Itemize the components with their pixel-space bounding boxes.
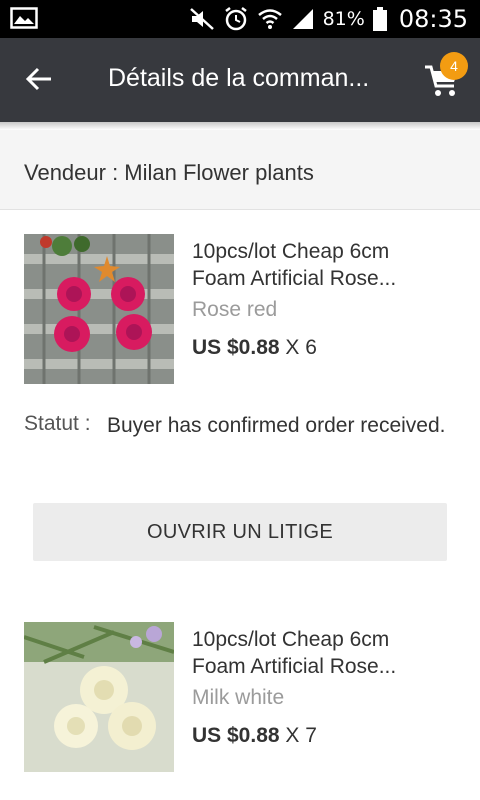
clock: 08:35 <box>398 5 468 33</box>
product-quantity: X 7 <box>285 724 317 747</box>
product-title-line1: 10pcs/lot Cheap 6cm <box>192 628 390 651</box>
order-item[interactable]: 10pcs/lot Cheap 6cm Foam Artificial Rose… <box>0 622 480 772</box>
product-price: US $0.88 <box>192 724 280 747</box>
price-line: US $0.88 X 7 <box>192 724 317 748</box>
image-notification-icon <box>10 7 38 29</box>
product-title-line2: Foam Artificial Rose... <box>192 655 397 678</box>
back-button[interactable] <box>22 64 56 98</box>
arrow-left-icon <box>25 65 53 98</box>
product-price: US $0.88 <box>192 336 280 359</box>
open-dispute-button[interactable]: OUVRIR UN LITIGE <box>33 503 447 561</box>
battery-percent: 81% <box>322 8 365 30</box>
product-title[interactable]: 10pcs/lot Cheap 6cm Foam Artificial Rose… <box>192 626 462 680</box>
product-image[interactable] <box>24 234 174 384</box>
app-bar-shadow <box>0 122 480 130</box>
battery-icon <box>372 7 387 31</box>
product-title-line2: Foam Artificial Rose... <box>192 267 397 290</box>
status-value: Buyer has confirmed order received. <box>107 414 446 437</box>
seller-name: Vendeur : Milan Flower plants <box>24 160 314 185</box>
mute-icon <box>189 7 215 31</box>
product-variant: Rose red <box>192 298 278 321</box>
cart-icon <box>424 65 460 102</box>
cart-count-badge: 4 <box>440 52 468 80</box>
page-title: Détails de la comman... <box>108 64 370 92</box>
status-bar: 81% 08:35 <box>0 0 480 38</box>
status-label: Statut : <box>24 412 91 435</box>
product-quantity: X 6 <box>285 336 317 359</box>
product-title[interactable]: 10pcs/lot Cheap 6cm Foam Artificial Rose… <box>192 238 462 292</box>
alarm-icon <box>223 6 249 32</box>
product-variant: Milk white <box>192 686 285 709</box>
product-title-line1: 10pcs/lot Cheap 6cm <box>192 240 390 263</box>
product-image[interactable] <box>24 622 174 772</box>
price-line: US $0.88 X 6 <box>192 336 317 360</box>
signal-icon <box>291 7 315 31</box>
wifi-icon <box>257 6 283 32</box>
app-bar: Détails de la comman... <box>0 38 480 122</box>
seller-header[interactable]: Vendeur : Milan Flower plants <box>0 130 480 210</box>
order-item[interactable]: 10pcs/lot Cheap 6cm Foam Artificial Rose… <box>0 234 480 384</box>
